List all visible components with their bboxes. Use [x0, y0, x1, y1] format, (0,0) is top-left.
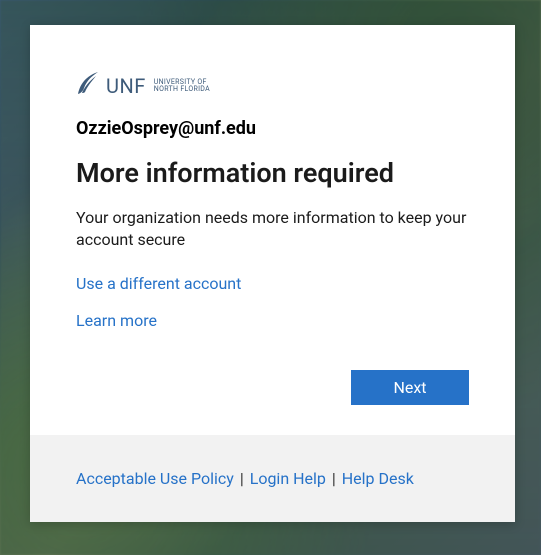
logo-sub-line2: North Florida — [154, 86, 210, 94]
footer-separator: | — [240, 469, 244, 488]
use-different-account-link[interactable]: Use a different account — [76, 274, 241, 293]
account-email: OzzieOsprey@unf.edu — [76, 118, 469, 139]
signin-card: UNF University of North Florida OzzieOsp… — [30, 25, 515, 522]
logo-text-sub: University of North Florida — [154, 79, 210, 94]
card-body: UNF University of North Florida OzzieOsp… — [30, 25, 515, 435]
help-desk-link[interactable]: Help Desk — [342, 469, 414, 488]
org-logo: UNF University of North Florida — [76, 70, 469, 96]
card-footer: Acceptable Use Policy | Login Help | Hel… — [30, 435, 515, 522]
learn-more-link[interactable]: Learn more — [76, 311, 157, 330]
login-help-link[interactable]: Login Help — [250, 469, 326, 488]
footer-separator: | — [332, 469, 336, 488]
body-text: Your organization needs more information… — [76, 207, 469, 252]
logo-text-main: UNF — [106, 76, 146, 96]
osprey-icon — [76, 70, 100, 96]
page-title: More information required — [76, 157, 469, 189]
acceptable-use-link[interactable]: Acceptable Use Policy — [76, 469, 234, 488]
button-row: Next — [76, 370, 469, 405]
next-button[interactable]: Next — [351, 370, 469, 405]
